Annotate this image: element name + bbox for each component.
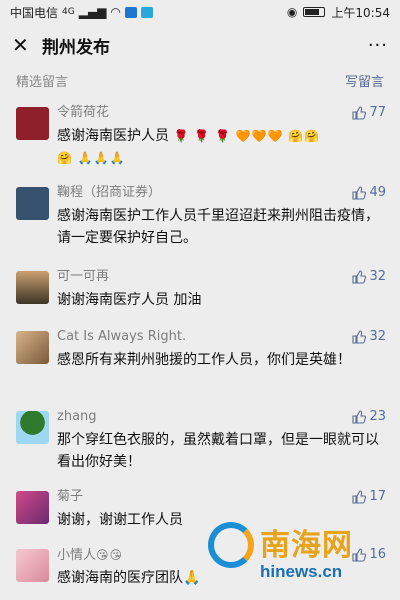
like-count: 17: [369, 489, 386, 504]
comment-emoji-2: 🤗 🙏🙏🙏: [57, 151, 126, 165]
comment-author: 令箭荷花: [57, 105, 110, 120]
thumbs-up-icon: [352, 330, 367, 344]
comment-author: Cat Is Always Right.: [57, 329, 187, 344]
avatar[interactable]: [16, 187, 49, 220]
comment-text: 感谢海南医护工作人员千里迢迢赶来荆州阻击疫情，请一定要保护好自己。: [57, 208, 379, 246]
eye-icon: ◉: [286, 5, 298, 19]
thumbs-up-icon: [352, 490, 367, 504]
carrier-label: 中国电信: [10, 5, 59, 20]
comment-text: 谢谢海南医疗人员 加油: [57, 292, 202, 308]
like-button[interactable]: 17: [352, 488, 386, 506]
nav-bar: ✕ 荆州发布 ···: [0, 24, 400, 66]
like-count: 49: [369, 185, 386, 200]
like-button[interactable]: 77: [352, 104, 386, 122]
avatar[interactable]: [16, 107, 49, 140]
like-count: 32: [369, 329, 386, 344]
like-button[interactable]: 32: [352, 328, 386, 346]
comment-author: 鞠程（招商证券）: [57, 185, 162, 200]
like-button[interactable]: 23: [352, 408, 386, 426]
comment-text: 感恩所有来荆州驰援的工作人员，你们是英雄！: [57, 352, 351, 368]
clock: 上午10:54: [331, 5, 390, 20]
comment-item: 可一可再 32 谢谢海南医疗人员 加油: [0, 268, 400, 328]
section-title: 精选留言: [16, 74, 69, 90]
status-bar: 中国电信 4G ▂▄▆ ◠ ◉ 上午10:54: [0, 0, 400, 24]
watermark-logo: 南海网 hinews.cn: [208, 516, 396, 592]
comment-body: 感谢海南医护人员: [57, 128, 169, 144]
avatar[interactable]: [16, 411, 49, 444]
comment-author: zhang: [57, 409, 97, 424]
page-title: 荆州发布: [42, 37, 110, 58]
watermark-title: 南海网: [260, 528, 353, 563]
comment-item: zhang 23 那个穿红色衣服的，虽然戴着口罩，但是一眼就可以看出你好美！: [0, 408, 400, 488]
comment-author-name: 小情人: [57, 548, 97, 563]
battery-icon: [303, 7, 326, 17]
thumbs-up-icon: [352, 270, 367, 284]
comment-text: 那个穿红色衣服的，虽然戴着口罩，但是一眼就可以看出你好美！: [57, 432, 379, 470]
avatar[interactable]: [16, 491, 49, 524]
comment-item: 鞠程（招商证券） 49 感谢海南医护工作人员千里迢迢赶来荆州阻击疫情，请一定要保…: [0, 184, 400, 268]
section-header: 精选留言 写留言: [0, 66, 400, 94]
like-count: 77: [369, 105, 386, 120]
like-count: 23: [369, 409, 386, 424]
comment-author: 可一可再: [57, 269, 110, 284]
app-notification-icon: [124, 6, 137, 18]
avatar[interactable]: [16, 549, 49, 582]
avatar[interactable]: [16, 331, 49, 364]
thumbs-up-icon: [352, 106, 367, 120]
more-icon[interactable]: ···: [368, 35, 388, 56]
like-button[interactable]: 32: [352, 268, 386, 286]
like-button[interactable]: 49: [352, 184, 386, 202]
like-count: 32: [369, 269, 386, 284]
watermark-url: hinews.cn: [260, 562, 343, 581]
comment-item: Cat Is Always Right. 32 感恩所有来荆州驰援的工作人员，你…: [0, 328, 400, 408]
wifi-icon: ◠: [110, 5, 121, 19]
logo-ring-icon: [208, 522, 254, 568]
comment-text: 感谢海南医护人员 🌹 🌹 🌹 🧡🧡🧡 🤗🤗 🤗 🙏🙏🙏: [57, 125, 386, 169]
comment-author-emoji: 😘😘: [96, 548, 124, 562]
app-notification-icon-2: [140, 6, 153, 18]
avatar[interactable]: [16, 271, 49, 304]
thumbs-up-icon: [352, 186, 367, 200]
thumbs-up-icon: [352, 410, 367, 424]
comment-author: 菊子: [57, 489, 84, 504]
write-comment-link[interactable]: 写留言: [345, 71, 384, 90]
comment-item: 令箭荷花 77 感谢海南医护人员 🌹 🌹 🌹 🧡🧡🧡 🤗🤗 🤗 🙏🙏🙏: [0, 104, 400, 184]
signal-icon: ▂▄▆: [78, 5, 107, 19]
network-type: 4G: [62, 7, 75, 17]
comment-emoji: 🌹 🌹 🌹 🧡🧡🧡 🤗🤗: [173, 129, 321, 143]
close-icon[interactable]: ✕: [12, 33, 34, 57]
